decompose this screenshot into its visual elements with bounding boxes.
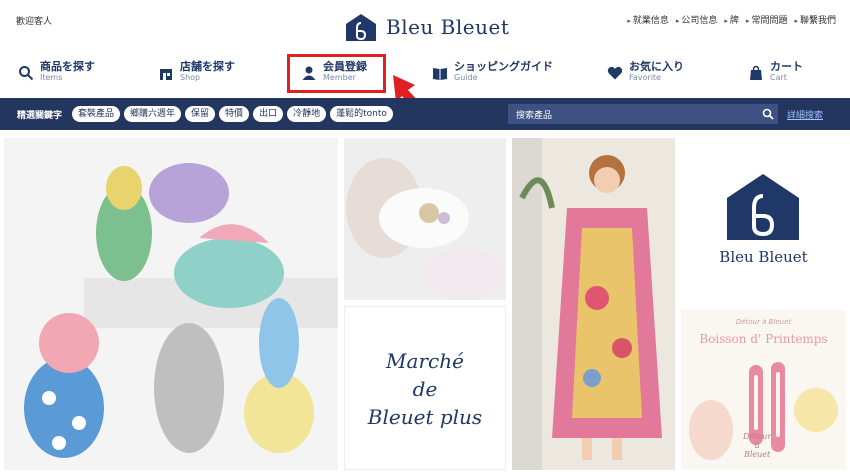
keyword-tag[interactable]: 出口 (253, 106, 284, 122)
brand-house-icon (727, 174, 799, 240)
nav-cart[interactable]: カート Cart (748, 60, 803, 83)
nav-shop-sub: Shop (180, 73, 201, 82)
welcome-text: 歡迎客人 (16, 17, 53, 27)
accessories-photo-image (344, 138, 506, 300)
member-highlight-box (287, 54, 386, 93)
nav-items[interactable]: 商品を探す Items (18, 60, 95, 83)
top-link-careers[interactable]: 就業信息 (627, 13, 669, 26)
nav-items-sub: Items (40, 73, 63, 82)
keyword-tag[interactable]: 套裝產品 (72, 106, 121, 122)
keyword-tag[interactable]: 冷靜地 (287, 106, 327, 122)
detour-caption: Détour à Bleuet (735, 318, 792, 326)
nav-guide-label: ショッピングガイド (454, 60, 553, 73)
nav-favorite[interactable]: お気に入り Favorite (607, 60, 684, 83)
site-logo[interactable]: Bleu Bleuet (344, 12, 509, 42)
marche-line: de (412, 377, 438, 401)
nav-items-label: 商品を探す (40, 60, 95, 73)
top-links: 就業信息 公司信息 牌 常問問題 聯繫我們 (627, 13, 836, 26)
keyword-tag[interactable]: 蓬鬆的tonto (330, 106, 393, 122)
banner-boisson-printemps[interactable]: Détour à Bleuet Boisson d' Printemps Dét… (681, 310, 846, 470)
top-link-brand[interactable]: 牌 (724, 13, 739, 26)
top-link-contact[interactable]: 聯繫我們 (794, 13, 836, 26)
heart-icon (607, 66, 623, 80)
cart-icon (750, 65, 762, 80)
search-input[interactable]: 搜索產品 (508, 104, 778, 124)
advanced-search-link[interactable]: 詳細搜索 (787, 108, 823, 121)
boisson-title: Boisson d' Printemps (699, 332, 828, 346)
nav-cart-label: カート (770, 60, 803, 73)
detour-signature: Détour à Bleuet (743, 432, 771, 459)
detour-line: à (754, 441, 760, 450)
nav-favorite-sub: Favorite (629, 73, 661, 82)
nav-cart-sub: Cart (770, 73, 787, 82)
search-placeholder: 搜索產品 (516, 110, 553, 121)
keyword-tags: 套裝產品 鄉購六週年 保留 特價 出口 冷靜地 蓬鬆的tonto (72, 106, 393, 122)
nav-shop-label: 店舗を探す (180, 60, 235, 73)
search-icon (19, 66, 34, 81)
brand-text: Bleu Bleuet (719, 248, 808, 266)
marche-title: Marché de Bleuet plus (345, 347, 505, 431)
banner-plush-dinosaurs[interactable] (4, 138, 338, 470)
marche-line: Bleuet plus (367, 405, 483, 429)
marche-line: Marché (386, 349, 464, 373)
top-link-faq[interactable]: 常問問題 (746, 13, 787, 26)
banner-model-dress[interactable] (512, 138, 675, 470)
shop-icon (160, 69, 172, 80)
nav-guide-sub: Guide (454, 73, 478, 82)
keyword-tag[interactable]: 鄉購六週年 (124, 106, 182, 122)
plush-dinosaurs-image (4, 138, 338, 470)
detour-line: Détour (743, 432, 772, 441)
nav-favorite-label: お気に入り (629, 60, 684, 73)
banner-bleu-bleuet-brand[interactable]: Bleu Bleuet (681, 138, 846, 308)
logo-text: Bleu Bleuet (386, 15, 510, 39)
nav-guide[interactable]: ショッピングガイド Guide (432, 60, 553, 83)
model-dress-image (512, 138, 675, 470)
top-link-company[interactable]: 公司信息 (676, 13, 717, 26)
keyword-tag[interactable]: 特價 (219, 106, 250, 122)
keywords-label: 精選關鍵字 (17, 111, 63, 121)
search-submit-icon[interactable] (758, 104, 778, 124)
keyword-tag[interactable]: 保留 (185, 106, 216, 122)
banner-marche-de-bleuet-plus[interactable]: Marché de Bleuet plus (344, 306, 506, 470)
keyword-search-bar: 精選關鍵字 套裝產品 鄉購六週年 保留 特價 出口 冷靜地 蓬鬆的tonto 搜… (0, 98, 850, 130)
logo-house-icon (346, 14, 376, 41)
detour-line: Bleuet (743, 450, 771, 459)
banner-accessories-photo[interactable] (344, 138, 506, 300)
nav-shop[interactable]: 店舗を探す Shop (158, 60, 235, 83)
